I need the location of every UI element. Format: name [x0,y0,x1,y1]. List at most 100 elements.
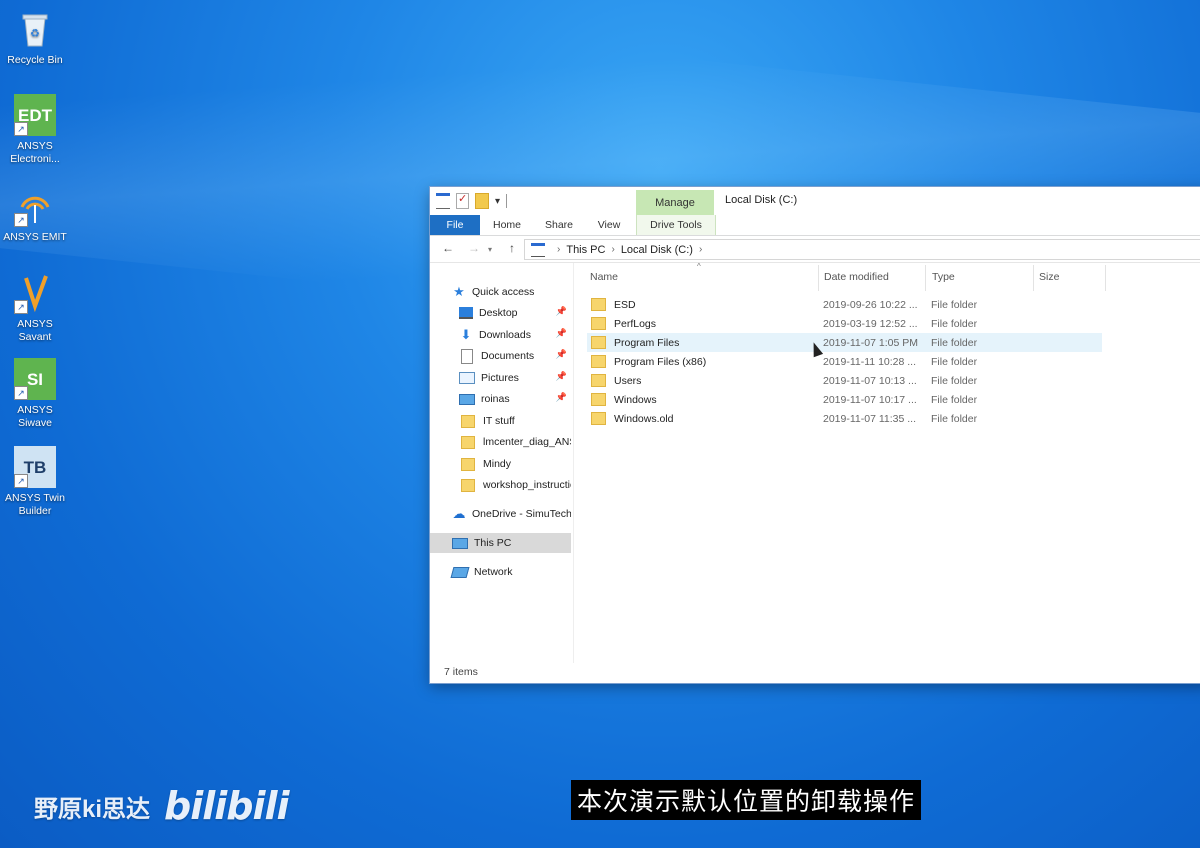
watermark-text: 野原ki思达 [34,795,151,823]
column-divider[interactable] [1033,265,1034,291]
folder-icon [591,336,606,349]
breadcrumb-local-disk[interactable]: Local Disk (C:) [621,244,693,256]
tab-home[interactable]: Home [484,215,530,235]
folder-icon [591,355,606,368]
table-row[interactable]: Windows.old 2019-11-07 11:35 ... File fo… [587,409,1102,428]
channel-watermark: 野原ki思达 bilibili [34,784,290,828]
sidebar-item-onedrive[interactable]: ☁ OneDrive - SimuTech [430,504,572,524]
table-row[interactable]: Windows 2019-11-07 10:17 ... File folder [587,390,1102,409]
sidebar-item-label: Downloads [479,329,531,341]
tab-drive-tools[interactable]: Drive Tools [636,215,716,235]
file-type: File folder [931,412,978,425]
chevron-right-icon[interactable]: › [611,244,614,255]
tab-view[interactable]: View [588,215,630,235]
app-icon[interactable] [436,193,450,209]
file-type: File folder [931,374,978,387]
video-subtitle: 本次演示默认位置的卸载操作 [571,780,922,820]
properties-icon[interactable] [456,192,469,209]
star-icon: ★ [453,284,465,299]
file-date: 2019-11-07 10:17 ... [823,393,917,406]
sidebar-item-pictures[interactable]: Pictures 📌 [430,368,571,388]
recent-locations-icon[interactable]: ▾ [488,245,492,254]
document-icon [461,348,473,364]
column-divider[interactable] [1105,265,1106,291]
desktop-icon-label: ANSYS EMIT [3,231,67,243]
sidebar-item-label: roinas [481,393,510,405]
sidebar-item-lmcenter[interactable]: lmcenter_diag_ANS [430,432,571,452]
desktop-icon-ansys-savant[interactable]: ↗ ANSYS Savant [0,272,70,344]
sidebar-item-label: Desktop [479,307,518,319]
ansys-emit-icon: ↗ [14,185,56,227]
sidebar-item-label: Network [474,566,513,578]
shortcut-arrow-icon: ↗ [14,300,28,314]
column-header-type[interactable]: Type [932,271,955,283]
file-type: File folder [931,393,978,406]
desktop-icon-ansys-electronics[interactable]: EDT ↗ ANSYS Electroni... [0,94,70,166]
file-name: Windows [614,393,657,406]
folder-icon [591,412,606,425]
column-divider[interactable] [818,265,819,291]
file-date: 2019-11-11 10:28 ... [823,355,917,368]
sidebar-item-quick-access[interactable]: ★ Quick access [452,282,571,302]
table-row[interactable]: ESD 2019-09-26 10:22 ... File folder [587,295,1102,314]
sidebar-item-downloads[interactable]: ⬇ Downloads 📌 [430,325,571,345]
column-header-size[interactable]: Size [1039,271,1059,283]
back-arrow-icon[interactable]: ← [442,241,454,255]
cloud-icon: ☁ [452,506,466,521]
folder-icon [591,374,606,387]
shortcut-arrow-icon: ↗ [14,474,28,488]
chevron-right-icon[interactable]: › [699,244,702,255]
ansys-savant-icon: ↗ [14,272,56,314]
desktop-icon [459,307,473,319]
desktop-icon-ansys-emit[interactable]: ↗ ANSYS EMIT [0,185,70,244]
sidebar-item-this-pc[interactable]: This PC [430,533,571,553]
tab-share[interactable]: Share [534,215,584,235]
address-row: ← → ▾ ↑ › This PC › Local Disk (C:) › [430,236,1200,263]
recycle-bin-icon: ♻ [14,8,56,50]
chevron-right-icon[interactable]: › [557,244,560,255]
sidebar-item-it-stuff[interactable]: IT stuff [430,411,571,431]
address-bar[interactable]: › This PC › Local Disk (C:) › [524,239,1200,260]
file-type: File folder [931,355,978,368]
table-row[interactable]: Users 2019-11-07 10:13 ... File folder [587,371,1102,390]
sidebar-item-workshop[interactable]: workshop_instructio [430,475,571,495]
column-header-name[interactable]: Name [590,271,618,283]
file-date: 2019-09-26 10:22 ... [823,298,918,311]
sidebar-item-network[interactable]: Network [430,562,571,582]
desktop-icon-ansys-twin-builder[interactable]: TB ↗ ANSYS Twin Builder [0,446,70,518]
navigation-pane: ★ Quick access Desktop 📌 ⬇ Downloads 📌 D… [430,263,574,663]
sidebar-item-documents[interactable]: Documents 📌 [430,346,571,366]
pin-icon: 📌 [555,328,567,338]
shortcut-arrow-icon: ↗ [14,386,28,400]
file-name: Windows.old [614,412,674,425]
file-type: File folder [931,298,978,311]
status-bar-item-count: 7 items [444,666,478,678]
sidebar-item-mindy[interactable]: Mindy [430,454,571,474]
new-folder-icon[interactable] [475,193,489,209]
column-header-date-modified[interactable]: Date modified [824,271,889,283]
sidebar-item-roinas[interactable]: roinas 📌 [430,389,571,409]
sidebar-item-desktop[interactable]: Desktop 📌 [430,303,571,323]
desktop-icon-ansys-siwave[interactable]: SI ↗ ANSYS Siwave [0,358,70,430]
file-name: ESD [614,298,636,311]
customize-toolbar-icon[interactable]: ▾ [495,196,500,207]
pin-icon: 📌 [555,371,567,381]
tab-file[interactable]: File [430,215,480,235]
table-row[interactable]: Program Files 2019-11-07 1:05 PM File fo… [587,333,1102,352]
desktop-icon-recycle-bin[interactable]: ♻ Recycle Bin [0,8,70,67]
folder-icon [461,478,475,492]
file-date: 2019-03-19 12:52 ... [823,317,918,330]
sort-ascending-icon: ^ [697,262,701,271]
svg-text:♻: ♻ [30,28,40,40]
file-name: Program Files [614,336,680,349]
toolbar-divider [506,194,508,208]
column-divider[interactable] [925,265,926,291]
pictures-icon [459,372,475,384]
forward-arrow-icon[interactable]: → [468,241,480,255]
table-row[interactable]: PerfLogs 2019-03-19 12:52 ... File folde… [587,314,1102,333]
tab-manage[interactable]: Manage [636,190,714,215]
up-arrow-icon[interactable]: ↑ [509,241,515,255]
table-row[interactable]: Program Files (x86) 2019-11-11 10:28 ...… [587,352,1102,371]
desktop-icon-label: ANSYS Twin Builder [5,492,65,517]
breadcrumb-this-pc[interactable]: This PC [566,244,605,256]
